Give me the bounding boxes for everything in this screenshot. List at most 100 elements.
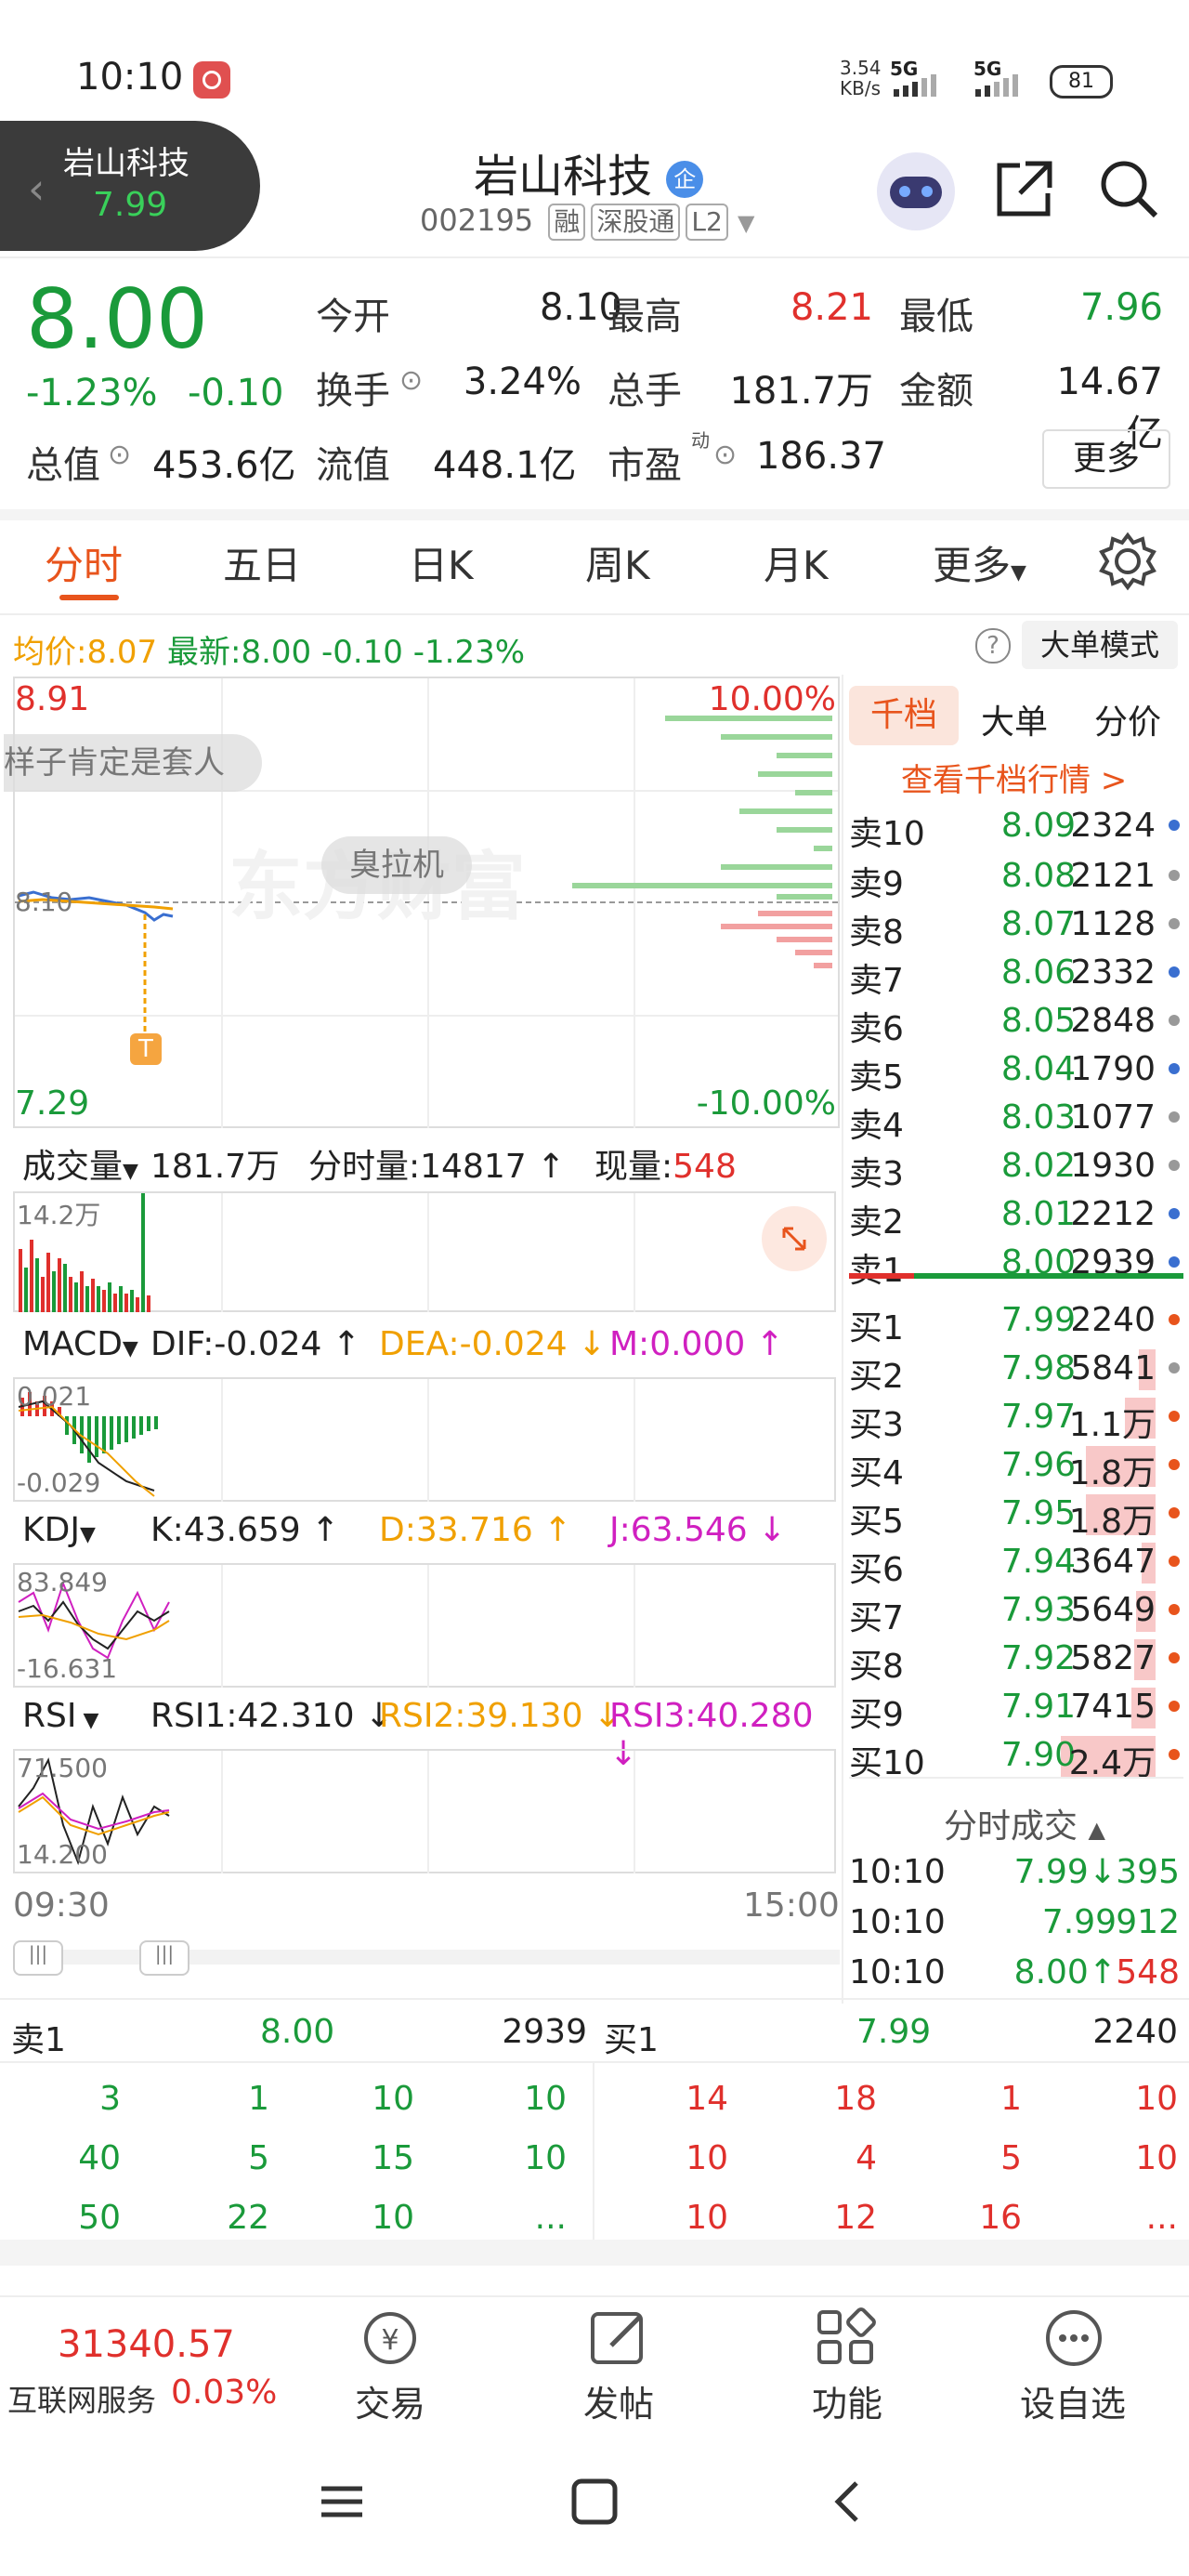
kdj-top: 83.849: [17, 1567, 108, 1597]
chip-price: 7.99: [93, 186, 168, 224]
queue-bid-price: 7.99: [856, 2013, 932, 2051]
queue-bid-cell: 10: [1135, 2139, 1178, 2177]
more-dots-icon: [1046, 2310, 1102, 2366]
volume-selector[interactable]: 成交量▼: [22, 1139, 138, 1188]
ask-row[interactable]: 卖8 8.07 1128: [849, 900, 1183, 952]
tab-five-day[interactable]: 五日: [223, 534, 301, 591]
bid-row[interactable]: 买10 7.90 2.4万: [849, 1730, 1183, 1782]
post-nav-item[interactable]: [583, 2305, 658, 2373]
bid-row[interactable]: 买2 7.98 5841: [849, 1344, 1183, 1396]
function-label[interactable]: 功能: [791, 2375, 903, 2426]
bid-volume: 1.1万: [1068, 1406, 1156, 1444]
queue-ask-cell: 3: [99, 2080, 121, 2118]
view-thousand-levels-link[interactable]: 查看千档行情 >: [901, 755, 1127, 800]
expand-icon[interactable]: [762, 1206, 827, 1271]
ask-label: 卖9: [849, 865, 904, 903]
tag-margin: 融: [548, 204, 586, 241]
index-value[interactable]: 31340.57: [58, 2323, 235, 2366]
ask-row[interactable]: 卖2 8.01 2212: [849, 1189, 1183, 1242]
trades-title[interactable]: 分时成交 ▲: [944, 1799, 1105, 1847]
bid-row[interactable]: 买8 7.92 5827: [849, 1634, 1183, 1686]
big-order-mode-button[interactable]: 大单模式: [1022, 621, 1178, 669]
ask-row[interactable]: 卖4 8.03 1077: [849, 1093, 1183, 1145]
tab-thousand-levels[interactable]: 千档: [849, 686, 959, 745]
tab-day-k[interactable]: 日K: [409, 534, 474, 591]
signal-icon-2: [975, 74, 1018, 97]
stock-chip[interactable]: ‹ 岩山科技 7.99: [0, 121, 260, 251]
more-button[interactable]: 更多: [1042, 429, 1170, 489]
bid-row[interactable]: 买1 7.99 2240: [849, 1295, 1183, 1347]
queue-bid-cell: 12: [834, 2199, 877, 2237]
order-dot-icon: [1169, 1556, 1180, 1567]
queue-ask-cell: 40: [78, 2139, 121, 2177]
ask-row[interactable]: 卖6 8.05 2848: [849, 996, 1183, 1048]
ask-row[interactable]: 卖10 8.09 2324: [849, 801, 1183, 853]
ask-row[interactable]: 卖7 8.06 2332: [849, 948, 1183, 1000]
scroll-handle-left[interactable]: |||: [13, 1940, 63, 1976]
tab-big-order[interactable]: 大单: [981, 695, 1048, 743]
ask-label: 卖1: [849, 1252, 904, 1290]
ask-volume: 2212: [1070, 1195, 1156, 1233]
queue-ask-cell: 10: [372, 2199, 414, 2237]
signal-icon: [894, 74, 936, 97]
order-dot-icon: [1169, 1652, 1180, 1663]
ai-assistant-icon[interactable]: [877, 152, 955, 230]
tab-time-share[interactable]: 分时: [45, 534, 123, 591]
bid-price: 7.93: [1000, 1591, 1076, 1629]
add-watchlist-label[interactable]: 设自选: [1003, 2375, 1143, 2426]
trade-row: 10:10 7.99↓ 395: [849, 1853, 1183, 1903]
tab-price-distribution[interactable]: 分价: [1094, 695, 1161, 743]
bid-row[interactable]: 买6 7.94 3647: [849, 1537, 1183, 1589]
min-volume: 分时量:14817 ↑: [308, 1148, 566, 1186]
ask-row[interactable]: 卖1 8.00 2939: [849, 1238, 1183, 1290]
settings-gear-icon[interactable]: [1098, 532, 1157, 591]
bid-price: 7.95: [1000, 1494, 1076, 1532]
back-icon[interactable]: [823, 2476, 875, 2528]
bid-row[interactable]: 买5 7.95 1.8万: [849, 1489, 1183, 1541]
bid-volume: 5649: [1070, 1591, 1156, 1629]
float-value: 448.1亿: [433, 444, 577, 487]
ask-row[interactable]: 卖5 8.04 1790: [849, 1045, 1183, 1097]
rsi-2: RSI2:39.130 ↓: [379, 1697, 622, 1735]
post-label[interactable]: 发帖: [563, 2375, 674, 2426]
tab-more[interactable]: 更多▼: [933, 534, 1026, 591]
trade-label[interactable]: 交易: [334, 2375, 446, 2426]
info-icon: ⊙: [399, 364, 424, 397]
function-nav-item[interactable]: [810, 2305, 884, 2373]
tab-week-k[interactable]: 周K: [585, 534, 650, 591]
status-time: 10:10: [76, 56, 184, 99]
trade-time: 10:10: [849, 1903, 946, 1941]
index-name[interactable]: 互联网服务: [7, 2377, 156, 2420]
bid-volume: 7415: [1070, 1688, 1156, 1726]
rsi-top: 71.500: [17, 1753, 108, 1783]
rsi-selector[interactable]: RSI ▼: [22, 1697, 98, 1735]
intraday-chart[interactable]: 东方财富 8.91 10.00% 7.29 -10.00% 8.10 样子肯定是…: [4, 677, 840, 1128]
chart-scrollbar[interactable]: ||| |||: [13, 1940, 840, 1976]
scroll-handle-right[interactable]: |||: [139, 1940, 189, 1976]
tab-month-k[interactable]: 月K: [764, 534, 829, 591]
ask-label: 卖6: [849, 1010, 904, 1048]
bid-row[interactable]: 买9 7.91 7415: [849, 1682, 1183, 1734]
help-icon[interactable]: ?: [975, 628, 1011, 664]
bid-row[interactable]: 买3 7.97 1.1万: [849, 1392, 1183, 1444]
menu-icon[interactable]: [316, 2476, 368, 2528]
order-dot-icon: [1169, 1208, 1180, 1219]
share-icon[interactable]: [992, 156, 1057, 221]
open-label: 今开: [316, 296, 390, 338]
macd-selector[interactable]: MACD▼: [22, 1325, 138, 1363]
ask-row[interactable]: 卖3 8.02 1930: [849, 1141, 1183, 1193]
search-icon[interactable]: [1096, 156, 1161, 221]
bid-row[interactable]: 买7 7.93 5649: [849, 1585, 1183, 1637]
bid-label: 买7: [849, 1599, 904, 1637]
bid-label: 买3: [849, 1406, 904, 1444]
ask-row[interactable]: 卖9 8.08 2121: [849, 851, 1183, 903]
trade-marker-icon[interactable]: T: [130, 1033, 162, 1065]
watchlist-nav-item[interactable]: [1037, 2305, 1111, 2373]
home-icon[interactable]: [568, 2476, 621, 2528]
system-nav-bar: [0, 2435, 1189, 2576]
trade-nav-item[interactable]: ¥: [353, 2305, 427, 2373]
order-dot-icon: [1169, 1507, 1180, 1518]
bid-row[interactable]: 买4 7.96 1.8万: [849, 1440, 1183, 1492]
kdj-selector[interactable]: KDJ▼: [22, 1511, 96, 1549]
back-arrow-icon[interactable]: ‹: [28, 164, 45, 214]
